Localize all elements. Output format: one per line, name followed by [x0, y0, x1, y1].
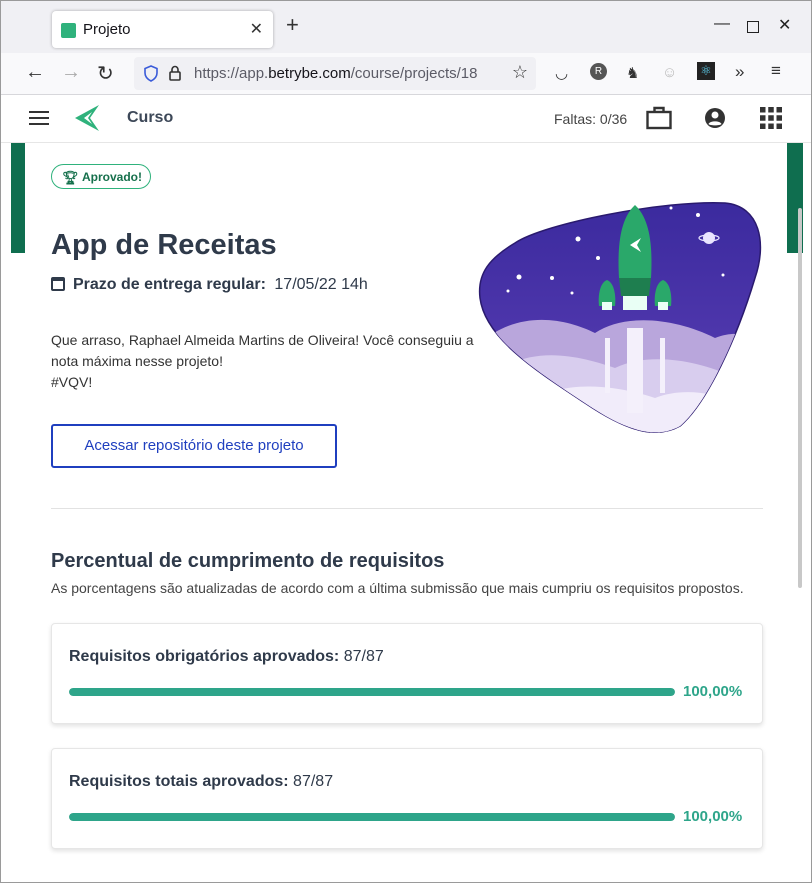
- extension-r-icon[interactable]: R: [590, 63, 607, 80]
- user-account-icon[interactable]: [704, 107, 726, 129]
- project-title: App de Receitas: [51, 229, 277, 261]
- bookmark-star-icon[interactable]: ☆: [512, 62, 528, 83]
- app-header: Curso Faltas: 0/36: [1, 95, 811, 143]
- requirements-title: Percentual de cumprimento de requisitos: [51, 550, 445, 572]
- requirements-subtitle: As porcentagens são atualizadas de acord…: [51, 580, 744, 596]
- app-title[interactable]: Curso: [127, 109, 173, 127]
- progress-track: [69, 688, 675, 696]
- tab-title: Projeto: [83, 21, 131, 38]
- briefcase-icon[interactable]: [646, 106, 672, 130]
- approved-badge: 🏆︎ Aprovado!: [51, 164, 151, 189]
- rocket-illustration: [478, 201, 762, 433]
- percent-text: 100,00%: [683, 683, 743, 700]
- browser-toolbar: ← → ↻ https://app.betrybe.com/course/pro…: [1, 53, 811, 95]
- calendar-icon: [51, 277, 65, 291]
- congrats-message: Que arraso, Raphael Almeida Martins de O…: [51, 330, 481, 393]
- more-extensions-icon[interactable]: »: [735, 62, 744, 82]
- percent-text: 100,00%: [683, 808, 743, 825]
- tab-bar: Projeto ✕ + — ✕: [1, 1, 811, 53]
- trybe-favicon-icon: [61, 23, 76, 38]
- extension-faded-icon[interactable]: ☺: [662, 64, 677, 81]
- maximize-icon[interactable]: [747, 21, 759, 33]
- congrats-line-1: Que arraso, Raphael Almeida Martins de O…: [51, 332, 474, 348]
- minimize-icon[interactable]: —: [714, 15, 730, 33]
- repository-button[interactable]: Acessar repositório deste projeto: [51, 424, 337, 468]
- faltas-counter: Faltas: 0/36: [554, 111, 628, 127]
- lock-icon[interactable]: [168, 65, 182, 81]
- project-page: 🏆︎ Aprovado! App de Receitas Prazo de en…: [1, 143, 811, 882]
- progress-fill: [69, 813, 675, 821]
- close-tab-icon[interactable]: ✕: [250, 19, 263, 39]
- page-scrollbar[interactable]: [798, 208, 802, 588]
- browser-window: Projeto ✕ + — ✕ ← → ↻ https://app.betryb…: [0, 0, 812, 883]
- trophy-icon: 🏆︎: [62, 170, 79, 185]
- congrats-line-2: nota máxima nesse projeto!: [51, 353, 223, 369]
- shield-icon[interactable]: [143, 65, 159, 82]
- reload-icon[interactable]: ↻: [97, 61, 114, 86]
- forward-icon[interactable]: →: [61, 61, 81, 84]
- section-divider: [51, 508, 763, 509]
- address-bar[interactable]: https://app.betrybe.com/course/projects/…: [134, 57, 536, 90]
- hamburger-menu-icon[interactable]: [29, 110, 49, 126]
- progress-fill: [69, 688, 675, 696]
- decorative-band-left: [11, 143, 25, 253]
- apps-grid-icon[interactable]: [760, 107, 782, 129]
- trybe-logo-icon[interactable]: [73, 103, 101, 133]
- back-icon[interactable]: ←: [25, 61, 45, 84]
- total-requirements-card: Requisitos totais aprovados: 87/87 100,0…: [51, 748, 763, 849]
- deadline-row: Prazo de entrega regular: 17/05/22 14h: [51, 276, 368, 294]
- card-label: Requisitos obrigatórios aprovados: 87/87: [69, 648, 384, 665]
- menu-icon[interactable]: ≡: [771, 61, 781, 81]
- close-window-icon[interactable]: ✕: [778, 15, 791, 35]
- new-tab-icon[interactable]: +: [286, 14, 299, 36]
- react-devtools-icon[interactable]: ⚛: [697, 62, 715, 80]
- deadline-label: Prazo de entrega regular:: [73, 276, 266, 293]
- browser-tab[interactable]: Projeto ✕: [52, 11, 273, 48]
- congrats-line-3: #VQV!: [51, 374, 93, 390]
- progress-track: [69, 813, 675, 821]
- deadline-value: 17/05/22 14h: [274, 276, 368, 293]
- card-label: Requisitos totais aprovados: 87/87: [69, 773, 334, 790]
- pocket-icon[interactable]: ◡: [555, 64, 568, 82]
- extension-paw-icon[interactable]: ♞: [626, 64, 639, 82]
- approved-badge-label: Aprovado!: [82, 170, 142, 184]
- url-text: https://app.betrybe.com/course/projects/…: [194, 65, 478, 82]
- mandatory-requirements-card: Requisitos obrigatórios aprovados: 87/87…: [51, 623, 763, 724]
